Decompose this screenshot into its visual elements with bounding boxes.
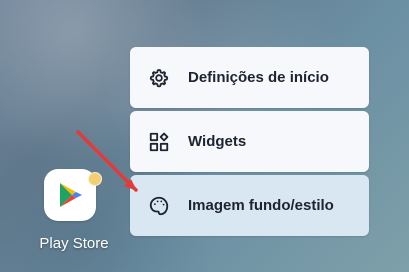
menu-item-wallpaper-style[interactable]: Imagem fundo/estilo — [130, 175, 369, 236]
widgets-icon — [146, 129, 172, 155]
menu-item-label-home-settings: Definições de início — [188, 69, 329, 86]
play-store-app[interactable]: Play Store — [31, 169, 117, 253]
app-label-play-store: Play Store — [39, 235, 109, 252]
menu-item-label-widgets: Widgets — [188, 133, 247, 150]
notification-badge-dot — [88, 172, 102, 186]
menu-item-home-settings[interactable]: Definições de início — [130, 47, 369, 108]
settings-gear-icon — [146, 65, 172, 91]
menu-item-label-wallpaper-style: Imagem fundo/estilo — [188, 197, 334, 214]
palette-icon — [146, 193, 172, 219]
menu-item-widgets[interactable]: Widgets — [130, 111, 369, 172]
home-context-menu: Definições de início Widgets Imagem fund… — [130, 47, 369, 237]
